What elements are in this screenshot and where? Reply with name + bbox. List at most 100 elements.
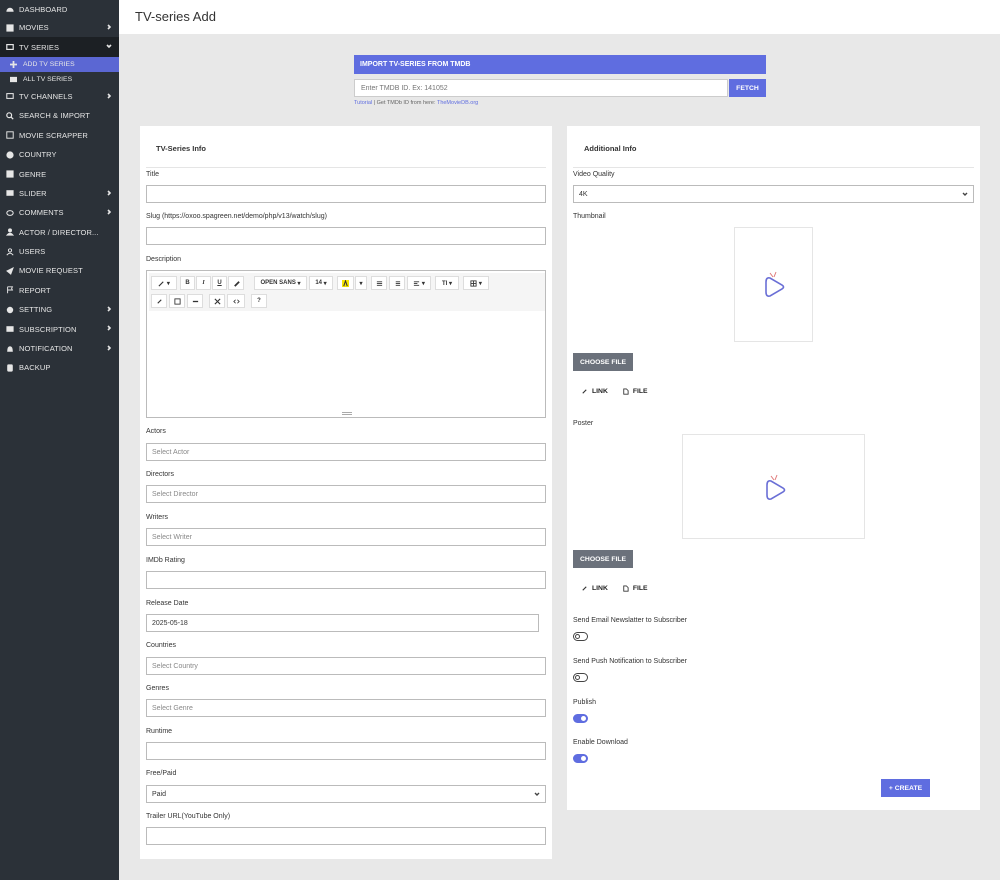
release-date-label: Release Date bbox=[146, 600, 189, 607]
chevron-right-icon bbox=[106, 305, 114, 314]
send-icon bbox=[5, 266, 14, 275]
tv-icon bbox=[5, 92, 14, 101]
trailer-url-input[interactable] bbox=[146, 827, 546, 845]
plus-icon bbox=[9, 60, 18, 69]
bell-icon bbox=[5, 344, 14, 353]
sidebar-item-search-import[interactable]: SEARCH & IMPORT bbox=[0, 106, 119, 125]
slug-input[interactable] bbox=[146, 227, 546, 245]
ordered-list-icon[interactable] bbox=[389, 276, 405, 290]
poster-link-tab[interactable]: LINK bbox=[581, 585, 608, 592]
eraser-icon[interactable] bbox=[228, 276, 244, 290]
import-note: Tutorial | Get TMDb ID from here: TheMov… bbox=[354, 100, 479, 106]
sidebar-item-comments[interactable]: COMMENTS bbox=[0, 203, 119, 222]
chevron-right-icon bbox=[106, 23, 114, 32]
sidebar-item-notification[interactable]: NOTIFICATION bbox=[0, 339, 119, 358]
unordered-list-icon[interactable] bbox=[371, 276, 387, 290]
directors-select[interactable]: Select Director bbox=[146, 485, 546, 503]
free-paid-select[interactable]: Paid bbox=[146, 785, 546, 803]
sidebar-item-tv-series[interactable]: TV SERIES bbox=[0, 37, 119, 57]
sidebar-item-report[interactable]: REPORT bbox=[0, 281, 119, 300]
bold-button[interactable]: B bbox=[180, 276, 195, 290]
fetch-button[interactable]: FETCH bbox=[729, 79, 766, 97]
newsletter-label: Send Email Newslatter to Subscriber bbox=[573, 617, 687, 624]
sidebar-item-users[interactable]: USERS bbox=[0, 242, 119, 261]
directors-label: Directors bbox=[146, 471, 175, 478]
slider-icon bbox=[5, 189, 14, 198]
thumbnail-preview bbox=[734, 227, 813, 342]
magic-icon[interactable]: ▾ bbox=[151, 276, 177, 290]
page-title: TV-series Add bbox=[135, 9, 216, 24]
genres-select[interactable]: Select Genre bbox=[146, 699, 546, 717]
sidebar-item-movie-request[interactable]: MOVIE REQUEST bbox=[0, 261, 119, 280]
chevron-right-icon bbox=[106, 208, 114, 217]
sidebar-item-actor-director[interactable]: ACTOR / DIRECTOR... bbox=[0, 223, 119, 242]
chevron-down-icon bbox=[106, 42, 114, 51]
database-icon bbox=[5, 363, 14, 372]
thumbnail-choose-file-button[interactable]: CHOOSE FILE bbox=[573, 353, 634, 371]
film-icon bbox=[5, 23, 14, 32]
publish-toggle[interactable] bbox=[573, 714, 588, 723]
color-dropdown-icon[interactable]: ▾ bbox=[355, 276, 367, 290]
poster-file-tab[interactable]: FILE bbox=[622, 585, 648, 592]
link-icon bbox=[582, 586, 587, 591]
writers-select[interactable]: Select Writer bbox=[146, 528, 546, 546]
push-notification-toggle[interactable] bbox=[573, 673, 588, 682]
publish-label: Publish bbox=[573, 699, 596, 706]
sidebar-item-movie-scrapper[interactable]: MOVIE SCRAPPER bbox=[0, 126, 119, 145]
tmdb-id-input[interactable] bbox=[354, 79, 728, 97]
editor-resize-handle[interactable] bbox=[342, 412, 352, 415]
actors-select[interactable]: Select Actor bbox=[146, 443, 546, 461]
font-family-select[interactable]: OPEN SANS ▾ bbox=[254, 276, 307, 290]
underline-button[interactable]: U bbox=[212, 276, 227, 290]
tutorial-link[interactable]: Tutorial bbox=[354, 100, 372, 106]
release-date-input[interactable]: 2025-05-18 bbox=[146, 614, 539, 632]
sidebar-item-backup[interactable]: BACKUP bbox=[0, 358, 119, 377]
code-view-icon[interactable] bbox=[227, 294, 245, 308]
tmdb-site-link[interactable]: TheMovieDB.org bbox=[437, 100, 478, 106]
runtime-input[interactable] bbox=[146, 742, 546, 760]
poster-choose-file-button[interactable]: CHOOSE FILE bbox=[573, 550, 634, 568]
thumbnail-link-tab[interactable]: LINK bbox=[581, 388, 608, 395]
divider bbox=[146, 167, 546, 168]
sidebar-item-dashboard[interactable]: DASHBOARD bbox=[0, 0, 119, 18]
sidebar-item-slider[interactable]: SLIDER bbox=[0, 184, 119, 203]
newsletter-toggle[interactable] bbox=[573, 632, 588, 641]
font-size-select[interactable]: 14 ▾ bbox=[309, 276, 333, 290]
sidebar-item-tv-channels[interactable]: TV CHANNELS bbox=[0, 87, 119, 106]
slug-label: Slug (https://oxoo.spagreen.net/demo/php… bbox=[146, 213, 327, 220]
thumbnail-source-tabs: LINK FILE bbox=[581, 388, 662, 395]
horizontal-rule-icon[interactable] bbox=[187, 294, 203, 308]
imdb-rating-input[interactable] bbox=[146, 571, 546, 589]
sidebar-subitem-all-tv-series[interactable]: ALL TV SERIES bbox=[0, 72, 119, 87]
paragraph-align-icon[interactable]: ▾ bbox=[407, 276, 431, 290]
link-icon[interactable] bbox=[151, 294, 167, 308]
create-button[interactable]: + CREATE bbox=[881, 779, 930, 797]
video-quality-select[interactable]: 4K bbox=[573, 185, 974, 203]
sidebar-item-country[interactable]: COUNTRY bbox=[0, 145, 119, 164]
card-title: Additional Info bbox=[584, 144, 637, 153]
gear-icon bbox=[5, 305, 14, 314]
italic-button[interactable]: I bbox=[196, 276, 211, 290]
sidebar-subitem-add-tv-series[interactable]: ADD TV SERIES bbox=[0, 56, 119, 72]
subscription-icon bbox=[5, 325, 14, 334]
download-toggle[interactable] bbox=[573, 754, 588, 763]
user-icon bbox=[5, 228, 14, 237]
sidebar-item-setting[interactable]: SETTING bbox=[0, 300, 119, 319]
description-label: Description bbox=[146, 256, 182, 263]
sidebar-item-genre[interactable]: GENRE bbox=[0, 164, 119, 183]
free-paid-label: Free/Paid bbox=[146, 770, 177, 777]
sidebar-item-subscription[interactable]: SUBSCRIPTION bbox=[0, 319, 119, 338]
fullscreen-icon[interactable] bbox=[209, 294, 225, 308]
countries-select[interactable]: Select Country bbox=[146, 657, 546, 675]
thumbnail-file-tab[interactable]: FILE bbox=[622, 388, 648, 395]
chevron-right-icon bbox=[106, 324, 114, 333]
line-height-icon[interactable]: TI ▾ bbox=[435, 276, 459, 290]
text-color-icon[interactable] bbox=[337, 276, 354, 290]
card-title: TV-Series Info bbox=[156, 144, 207, 153]
description-editor[interactable]: ▾ B I U OPEN SANS ▾ 14 ▾ ▾ ▾ TI ▾ ▾ ? bbox=[146, 270, 546, 418]
help-button[interactable]: ? bbox=[251, 294, 267, 308]
image-icon[interactable] bbox=[169, 294, 185, 308]
title-input[interactable] bbox=[146, 185, 546, 203]
sidebar-item-movies[interactable]: MOVIES bbox=[0, 18, 119, 37]
table-icon[interactable]: ▾ bbox=[463, 276, 489, 290]
